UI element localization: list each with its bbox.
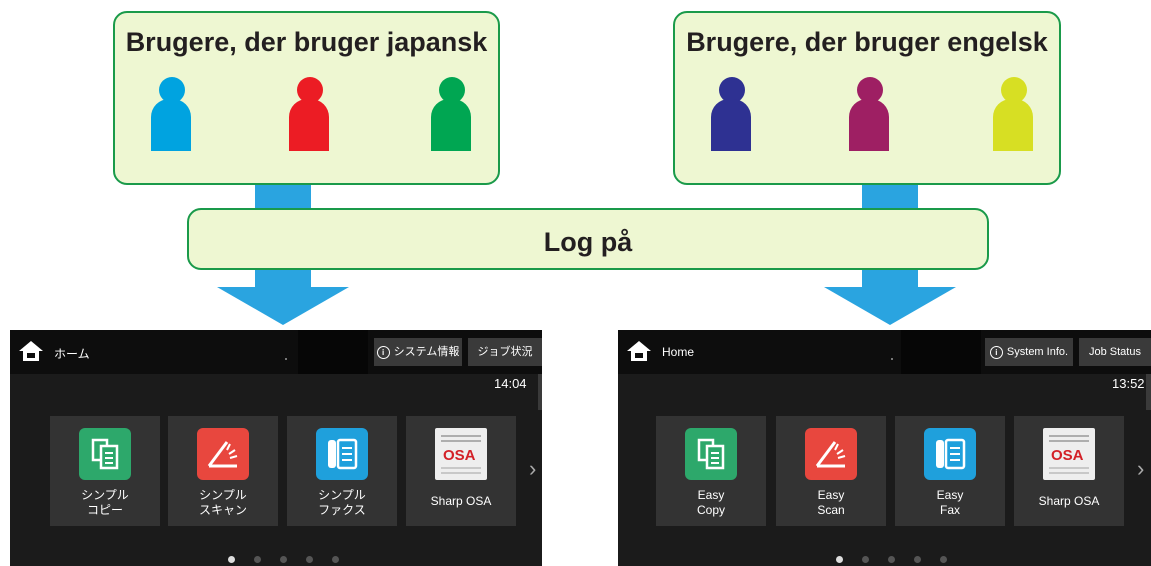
easy-scan-tile[interactable]: Easy Scan (776, 416, 886, 526)
japanese-home-screen: ホーム iシステム情報 ジョブ状況 14:04 ‹ シンプル コピー シンプル … (10, 330, 542, 566)
connector-english-to-login (862, 184, 918, 210)
japanese-users-group: Brugere, der bruger japansk (113, 11, 500, 185)
group-title: Brugere, der bruger engelsk (686, 27, 1048, 57)
status-panel (298, 330, 368, 374)
svg-text:OSA: OSA (1051, 447, 1084, 464)
home-icon[interactable] (626, 340, 652, 362)
tile-label: Sharp OSA (430, 494, 492, 508)
system-info-button[interactable]: i System Info. (985, 338, 1073, 366)
tile-label: Easy Copy (696, 488, 725, 517)
user-icon (429, 77, 473, 153)
separator-dot (285, 358, 287, 360)
tile-label: Sharp OSA (1038, 494, 1100, 508)
info-icon: i (376, 345, 390, 359)
home-label: ホーム (54, 347, 90, 361)
page-indicator-dot[interactable] (888, 556, 895, 563)
simple-fax-tile[interactable]: シンプル ファクス (287, 416, 397, 526)
page-indicator-dot[interactable] (306, 556, 313, 563)
page-indicator-dot[interactable] (940, 556, 947, 563)
page-indicator-dot[interactable] (836, 556, 843, 563)
page-indicator-dot[interactable] (862, 556, 869, 563)
copy-icon (685, 428, 737, 480)
login-box: Log på (187, 208, 989, 270)
page-indicator-dot[interactable] (332, 556, 339, 563)
info-icon: i (989, 345, 1003, 359)
clock: 14:04 (494, 376, 527, 391)
chevron-right-icon[interactable]: › (1137, 456, 1144, 482)
osa-icon: OSA (1043, 428, 1095, 480)
fax-icon (924, 428, 976, 480)
login-label: Log på (543, 227, 633, 257)
home-icon[interactable] (18, 340, 44, 362)
tile-label: シンプル スキャン (198, 488, 247, 517)
user-icon (709, 77, 753, 153)
tile-label: シンプル ファクス (318, 488, 366, 517)
copy-icon (79, 428, 131, 480)
group-title: Brugere, der bruger japansk (125, 27, 488, 57)
tile-label: Easy Fax (936, 488, 964, 517)
connector-japanese-to-login (255, 184, 311, 210)
top-bar: ホーム i システム情報 ジョブ状況 (10, 330, 542, 374)
clock: 13:52 (1112, 376, 1145, 391)
user-icon (847, 77, 891, 153)
simple-scan-tile[interactable]: シンプル スキャン (168, 416, 278, 526)
page-indicator-dot[interactable] (914, 556, 921, 563)
sharp-osa-tile[interactable]: OSA Sharp OSA (406, 416, 516, 526)
scan-icon (197, 428, 249, 480)
system-info-button[interactable]: i システム情報 (374, 338, 462, 366)
arrow-down-icon (217, 287, 349, 325)
easy-copy-tile[interactable]: Easy Copy (656, 416, 766, 526)
connector-login-to-en-screen (862, 268, 918, 288)
page-indicator-dot[interactable] (254, 556, 261, 563)
system-info-label: System Info. (1006, 346, 1069, 358)
user-icon (991, 77, 1035, 153)
fax-icon (316, 428, 368, 480)
tile-label: シンプル コピー (81, 488, 129, 517)
user-icon (287, 77, 331, 153)
osa-icon: OSA (435, 428, 487, 480)
connector-login-to-jp-screen (255, 268, 311, 288)
job-status-button[interactable]: Job Status (1079, 338, 1151, 366)
chevron-right-icon[interactable]: › (529, 456, 536, 482)
system-info-label: システム情報 (393, 346, 460, 358)
separator-dot (891, 358, 893, 360)
tile-label: Easy Scan (817, 488, 845, 517)
user-icon (149, 77, 193, 153)
top-bar: Home i System Info. Job Status (618, 330, 1151, 374)
home-label: Home (662, 345, 695, 359)
job-status-button[interactable]: ジョブ状況 (468, 338, 542, 366)
page-indicator-dot[interactable] (280, 556, 287, 563)
sharp-osa-tile[interactable]: OSA Sharp OSA (1014, 416, 1124, 526)
easy-fax-tile[interactable]: Easy Fax (895, 416, 1005, 526)
english-users-group: Brugere, der bruger engelsk (673, 11, 1061, 185)
english-home-screen: Home iSystem Info. Job Status 13:52 ‹ Ea… (618, 330, 1151, 566)
page-indicator-dot[interactable] (228, 556, 235, 563)
svg-text:OSA: OSA (443, 447, 476, 464)
status-panel (901, 330, 981, 374)
side-panel-toggle[interactable]: ‹ (1146, 374, 1151, 410)
arrow-down-icon (824, 287, 956, 325)
simple-copy-tile[interactable]: シンプル コピー (50, 416, 160, 526)
side-panel-toggle[interactable]: ‹ (538, 374, 542, 410)
scan-icon (805, 428, 857, 480)
